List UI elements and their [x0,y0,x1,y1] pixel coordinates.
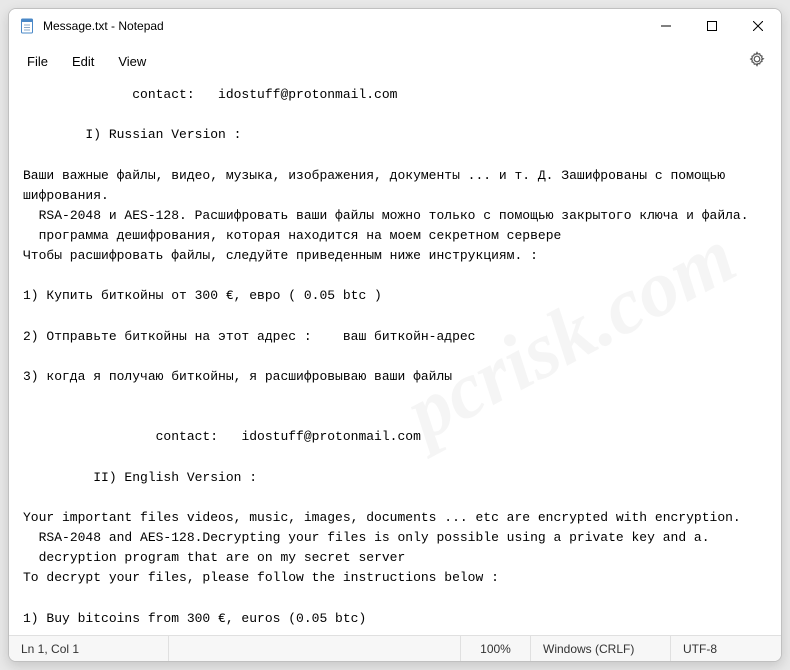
status-spacer [169,636,461,661]
notepad-icon [19,18,35,34]
status-line-ending: Windows (CRLF) [531,636,671,661]
gear-icon [749,54,765,71]
close-button[interactable] [735,9,781,43]
menu-edit[interactable]: Edit [60,48,106,75]
status-zoom: 100% [461,636,531,661]
status-position: Ln 1, Col 1 [9,636,169,661]
minimize-button[interactable] [643,9,689,43]
menu-file[interactable]: File [15,48,60,75]
menubar: File Edit View [9,43,781,79]
notepad-window: Message.txt - Notepad File Edit View [8,8,782,662]
text-area[interactable]: contact: idostuff@protonmail.com I) Russ… [9,79,781,635]
status-encoding: UTF-8 [671,636,781,661]
statusbar: Ln 1, Col 1 100% Windows (CRLF) UTF-8 [9,635,781,661]
settings-button[interactable] [739,45,775,78]
window-title: Message.txt - Notepad [43,19,164,33]
titlebar: Message.txt - Notepad [9,9,781,43]
maximize-button[interactable] [689,9,735,43]
window-controls [643,9,781,43]
menu-view[interactable]: View [106,48,158,75]
